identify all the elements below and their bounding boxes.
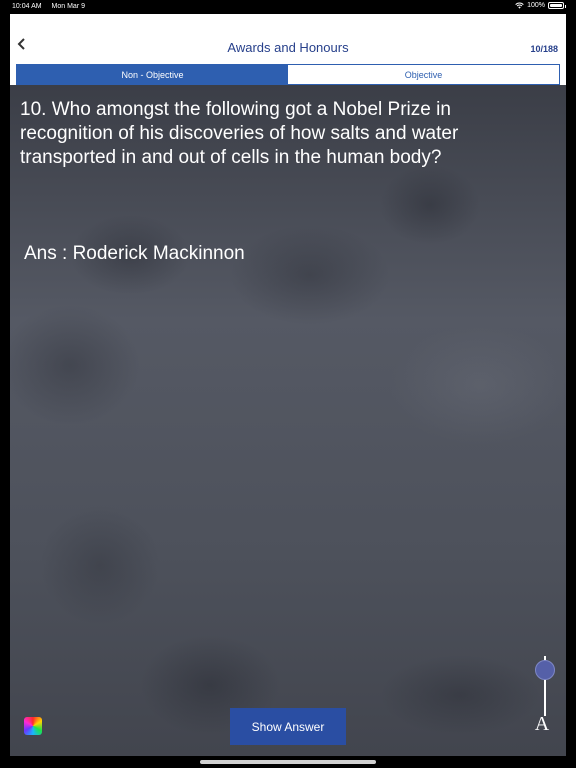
wifi-icon xyxy=(515,2,524,9)
home-indicator xyxy=(200,760,376,764)
answer-text: Ans : Roderick Mackinnon xyxy=(24,243,245,264)
page-title: Awards and Honours xyxy=(227,40,349,55)
mode-segmented-control: Non - Objective Objective xyxy=(16,64,560,85)
app-screen: Awards and Honours 10/188 Non - Objectiv… xyxy=(10,14,566,756)
battery-icon xyxy=(548,2,566,9)
status-time: 10:04 AM xyxy=(12,3,42,10)
font-size-icon[interactable]: A xyxy=(532,713,552,735)
question-counter: 10/188 xyxy=(530,44,558,54)
status-date: Mon Mar 9 xyxy=(51,3,85,10)
battery-percent: 100% xyxy=(527,2,545,9)
question-text: 10. Who amongst the following got a Nobe… xyxy=(20,99,459,168)
status-right: 100% xyxy=(515,2,566,9)
question-content: 10. Who amongst the following got a Nobe… xyxy=(10,85,566,756)
tab-objective[interactable]: Objective xyxy=(288,65,559,84)
show-answer-button[interactable]: Show Answer xyxy=(230,708,346,745)
tab-non-objective[interactable]: Non - Objective xyxy=(17,65,288,84)
status-bar: 10:04 AM Mon Mar 9 100% xyxy=(0,0,576,14)
status-left: 10:04 AM Mon Mar 9 xyxy=(12,3,93,10)
font-size-slider-knob[interactable] xyxy=(535,660,555,680)
color-palette-icon[interactable] xyxy=(24,717,42,735)
navigation-bar: Awards and Honours 10/188 xyxy=(10,14,566,64)
